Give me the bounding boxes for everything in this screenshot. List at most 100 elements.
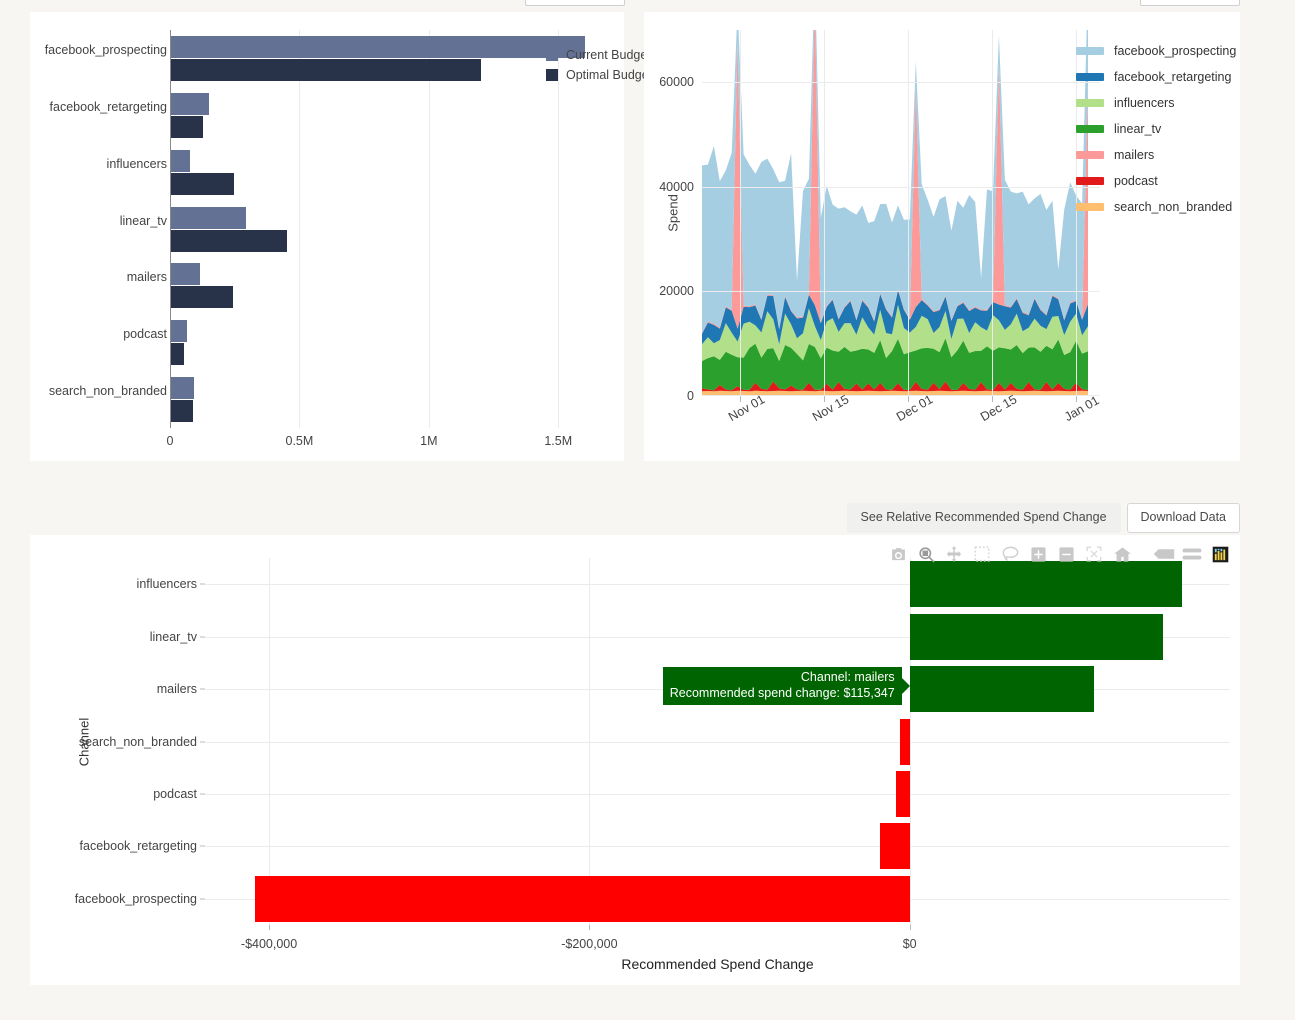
change-x-tick-label: -$200,000 [561,937,617,951]
partial-button-right[interactable] [1140,0,1240,6]
spend-legend-swatch [1076,125,1104,133]
spend-legend-item[interactable]: facebook_retargeting [1076,64,1236,90]
budget-bar-current[interactable] [171,320,187,342]
budget-bar-optimal[interactable] [171,116,203,138]
budget-bar-current[interactable] [171,263,200,285]
change-y-tick-label: facebook_prospecting [75,892,197,906]
spend-y-tick-label: 60000 [659,75,694,89]
budget-bar-group[interactable]: facebook_prospecting [171,36,610,81]
budget-bar-current[interactable] [171,36,585,58]
spend-legend-item[interactable]: mailers [1076,142,1236,168]
spend-stacked-area[interactable] [702,30,1088,396]
zoom-icon[interactable] [914,542,938,566]
budget-category-label: mailers [127,270,167,284]
spend-plot-area[interactable]: Spend 0200004000060000Nov 01Nov 15Dec 01… [702,30,1088,396]
spend-legend-swatch [1076,47,1104,55]
change-y-tick-label: mailers [157,682,197,696]
spend-legend-item[interactable]: influencers [1076,90,1236,116]
budget-legend-swatch [546,69,558,81]
change-bar[interactable] [910,666,1095,712]
home-icon[interactable] [1110,542,1134,566]
spend-area-facebook_prospecting[interactable] [702,30,1088,333]
partial-button-left[interactable] [525,0,625,6]
spend-legend-item[interactable]: podcast [1076,168,1236,194]
autoscale-icon[interactable] [1082,542,1106,566]
budget-bar-current[interactable] [171,207,246,229]
spend-legend-swatch [1076,151,1104,159]
see-relative-recommended-spend-change-button[interactable]: See Relative Recommended Spend Change [847,503,1121,533]
change-bar[interactable] [910,561,1182,607]
tooltip-line-channel: Channel: mailers [670,670,895,686]
budget-x-tick-label: 0.5M [286,434,314,448]
change-gridline [205,742,1230,743]
budget-bar-current[interactable] [171,150,190,172]
spend-legend-swatch [1076,99,1104,107]
zoom-in-icon[interactable] [1026,542,1050,566]
spend-legend[interactable]: facebook_prospecting facebook_retargeting… [1076,38,1236,220]
spend-gridline [702,187,1100,188]
budget-bar-group[interactable]: mailers [171,263,610,308]
budget-bar-group[interactable]: linear_tv [171,207,610,252]
budget-bar-current[interactable] [171,93,209,115]
spend-legend-swatch [1076,203,1104,211]
budget-legend-item[interactable]: Current Budget [546,45,652,65]
budget-x-tick-label: 1.5M [544,434,572,448]
budget-bar-group[interactable]: search_non_branded [171,377,610,422]
change-bar[interactable] [910,614,1163,660]
change-y-tick-label: influencers [137,577,197,591]
spend-legend-item[interactable]: facebook_prospecting [1076,38,1236,64]
change-y-tick-label: podcast [153,787,197,801]
change-y-tick-mark [200,846,205,847]
spend-x-tick-mark [740,396,741,402]
spend-vertical-gridline [740,30,741,396]
budget-bar-optimal[interactable] [171,343,184,365]
change-y-tick-mark [200,898,205,899]
change-y-tick-mark [200,689,205,690]
budget-bar-current[interactable] [171,377,194,399]
budget-x-tick-label: 1M [420,434,437,448]
camera-icon[interactable] [886,542,910,566]
change-gridline [205,794,1230,795]
spend-x-tick-label: Dec 01 [894,392,935,424]
compare-data-icon[interactable] [1152,542,1176,566]
budget-bar-group[interactable]: facebook_retargeting [171,93,610,138]
compare-data-hover-icon[interactable] [1180,542,1204,566]
change-y-tick-label: search_non_branded [79,735,197,749]
budget-bar-group[interactable]: influencers [171,150,610,195]
plotly-logo-icon[interactable] [1208,542,1232,566]
plotly-modebar[interactable] [886,542,1232,566]
spend-x-tick-label: Nov 15 [810,392,851,424]
pan-icon[interactable] [942,542,966,566]
spend-legend-item[interactable]: search_non_branded [1076,194,1236,220]
change-bar[interactable] [255,876,910,922]
spend-legend-label: facebook_prospecting [1114,44,1236,58]
budget-bar-group[interactable]: podcast [171,320,610,365]
spend-legend-item[interactable]: linear_tv [1076,116,1236,142]
change-x-tick-label: -$400,000 [241,937,297,951]
budget-bar-optimal[interactable] [171,400,193,422]
change-y-tick-mark [200,584,205,585]
channel-tooltip: Channel: mailers Recommended spend chang… [663,667,902,705]
change-bar[interactable] [900,719,910,765]
spend-legend-label: facebook_retargeting [1114,70,1231,84]
change-y-tick-mark [200,636,205,637]
budget-bar-optimal[interactable] [171,286,233,308]
box-select-icon[interactable] [970,542,994,566]
budget-bar-optimal[interactable] [171,59,481,81]
budget-bar-optimal[interactable] [171,173,234,195]
spend-x-tick-label: Dec 15 [978,392,1019,424]
zoom-out-icon[interactable] [1054,542,1078,566]
spend-x-tick-mark [908,396,909,402]
download-data-button[interactable]: Download Data [1127,503,1240,533]
budget-plot-area[interactable]: 00.5M1M1.5Mfacebook_prospectingfacebook_… [170,30,610,428]
change-bar[interactable] [896,771,909,817]
recommended-spend-change-plot-area[interactable]: Channel Recommended Spend Change Channel… [205,558,1230,925]
lasso-select-icon[interactable] [998,542,1022,566]
budget-bar-optimal[interactable] [171,230,287,252]
spend-x-tick-mark [824,396,825,402]
change-bar[interactable] [880,823,910,869]
budget-legend-item[interactable]: Optimal Budget [546,65,652,85]
budget-legend[interactable]: Current BudgetOptimal Budget [546,45,652,85]
spend-y-tick-label: 40000 [659,180,694,194]
spend-y-axis-title: Spend [665,194,680,232]
